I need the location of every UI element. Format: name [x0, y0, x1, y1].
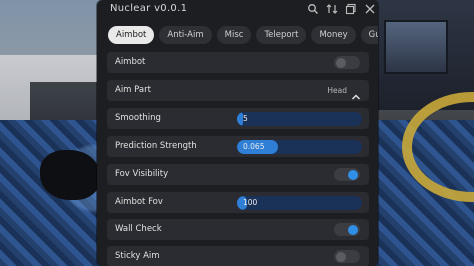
title-bar[interactable]: Nuclear v0.0.1: [97, 0, 378, 20]
tab-bar: Aimbot Anti-Aim Misc Teleport Money Gun …: [108, 26, 378, 45]
sticky-aim-row[interactable]: Sticky Aim: [107, 246, 369, 266]
tab-money[interactable]: Money: [311, 26, 356, 44]
chevron-up-icon[interactable]: [351, 86, 361, 100]
aimbot-fov-slider[interactable]: 100: [237, 196, 362, 210]
toggle-knob: [348, 169, 358, 180]
wall-check-toggle[interactable]: [334, 223, 360, 236]
prediction-strength-row: Prediction Strength 0.065: [107, 136, 369, 157]
tab-aimbot[interactable]: Aimbot: [108, 26, 155, 44]
prediction-strength-value: 0.065: [243, 142, 265, 151]
wall-check-label: Wall Check: [115, 224, 162, 234]
prediction-strength-label: Prediction Strength: [115, 141, 197, 151]
fov-visibility-row[interactable]: Fov Visibility: [107, 164, 369, 185]
building-window: [384, 20, 448, 74]
smoothing-label: Smoothing: [115, 113, 161, 123]
aimbot-fov-label: Aimbot Fov: [115, 197, 163, 207]
tab-misc[interactable]: Misc: [216, 26, 252, 44]
tab-gun[interactable]: Gun I: [360, 26, 378, 44]
aim-part-label: Aim Part: [115, 85, 151, 95]
cheat-menu-panel: Nuclear v0.0.1 Aimbot Anti-Aim Misc Tele…: [97, 0, 378, 266]
aim-part-value[interactable]: Head: [327, 86, 347, 95]
aimbot-toggle[interactable]: [334, 56, 360, 69]
smoothing-value: 5: [243, 114, 248, 123]
toggle-knob: [336, 57, 346, 68]
aimbot-row[interactable]: Aimbot: [107, 52, 369, 73]
aimbot-fov-value: 100: [243, 198, 258, 207]
aim-part-row[interactable]: Aim Part Head: [107, 80, 369, 101]
aimbot-label: Aimbot: [115, 57, 146, 67]
smoothing-row: Smoothing 5: [107, 108, 369, 129]
fov-visibility-toggle[interactable]: [334, 168, 360, 181]
sort-icon[interactable]: [326, 3, 338, 15]
window-title: Nuclear v0.0.1: [110, 3, 188, 14]
tab-anti-aim[interactable]: Anti-Aim: [159, 26, 212, 44]
wall-check-row[interactable]: Wall Check: [107, 219, 369, 240]
aimbot-fov-row: Aimbot Fov 100: [107, 192, 369, 213]
toggle-knob: [336, 251, 346, 262]
tab-teleport[interactable]: Teleport: [256, 26, 307, 44]
fov-visibility-label: Fov Visibility: [115, 169, 169, 179]
close-icon[interactable]: [364, 3, 376, 15]
title-bar-icons: [307, 3, 376, 17]
toggle-knob: [348, 224, 358, 235]
smoothing-slider[interactable]: 5: [237, 112, 362, 126]
sticky-aim-toggle[interactable]: [334, 250, 360, 263]
search-icon[interactable]: [307, 3, 319, 15]
minimize-icon[interactable]: [345, 3, 357, 15]
prediction-strength-slider[interactable]: 0.065: [237, 140, 362, 154]
shadow-object: [40, 150, 100, 200]
sticky-aim-label: Sticky Aim: [115, 251, 160, 261]
